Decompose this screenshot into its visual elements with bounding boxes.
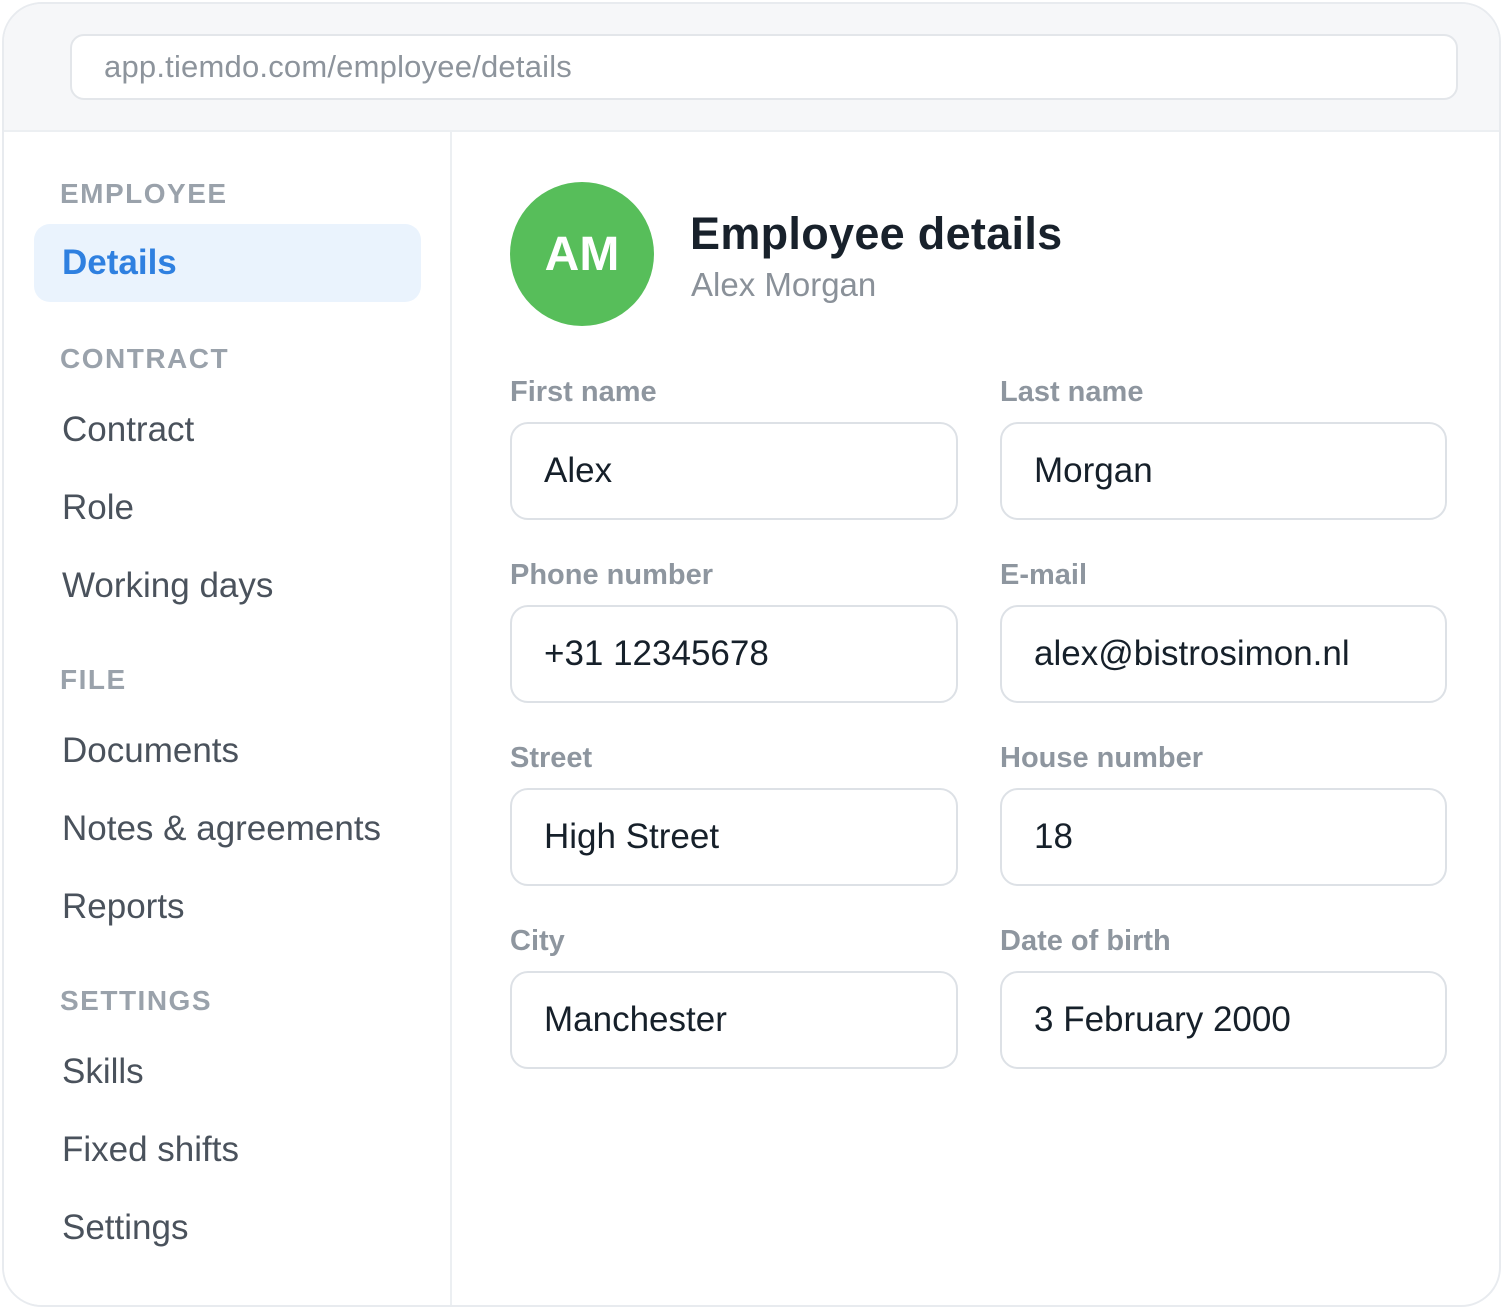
page-subtitle: Alex Morgan [691,266,877,303]
sidebar: EMPLOYEE Details CONTRACT Contract Role … [4,132,452,1305]
sidebar-item-notes-agreements[interactable]: Notes & agreements [62,809,381,849]
phone-field[interactable]: +31 12345678 [510,605,958,703]
section-title-employee: EMPLOYEE [60,178,228,209]
sidebar-item-settings[interactable]: Settings [62,1208,188,1248]
date-of-birth-label: Date of birth [1000,925,1171,957]
page-title: Employee details [690,208,1063,259]
date-of-birth-field[interactable]: 3 February 2000 [1000,971,1447,1069]
sidebar-item-contract[interactable]: Contract [62,410,194,450]
sidebar-item-details[interactable]: Details [34,224,421,302]
section-title-settings: SETTINGS [60,985,213,1016]
email-label: E-mail [1000,559,1088,591]
house-number-field[interactable]: 18 [1000,788,1447,886]
phone-label: Phone number [510,559,714,591]
street-label: Street [510,742,593,774]
street-field[interactable]: High Street [510,788,958,886]
section-title-file: FILE [60,664,127,695]
sidebar-item-fixed-shifts[interactable]: Fixed shifts [62,1130,239,1170]
address-bar[interactable]: app.tiemdo.com/employee/details [70,34,1458,100]
house-number-label: House number [1000,742,1204,774]
city-field[interactable]: Manchester [510,971,958,1069]
avatar: AM [510,182,654,326]
browser-toolbar: app.tiemdo.com/employee/details [4,4,1499,132]
sidebar-item-documents[interactable]: Documents [62,731,239,771]
email-field[interactable]: alex@bistrosimon.nl [1000,605,1447,703]
last-name-field[interactable]: Morgan [1000,422,1447,520]
app-window: app.tiemdo.com/employee/details EMPLOYEE… [2,2,1501,1307]
sidebar-item-reports[interactable]: Reports [62,887,185,927]
sidebar-item-role[interactable]: Role [62,488,134,528]
city-label: City [510,925,565,957]
sidebar-item-skills[interactable]: Skills [62,1052,144,1092]
first-name-label: First name [510,376,657,408]
sidebar-item-working-days[interactable]: Working days [62,566,273,606]
main-content: AM Employee details Alex Morgan First na… [454,132,1499,1305]
last-name-label: Last name [1000,376,1144,408]
first-name-field[interactable]: Alex [510,422,958,520]
section-title-contract: CONTRACT [60,343,230,374]
